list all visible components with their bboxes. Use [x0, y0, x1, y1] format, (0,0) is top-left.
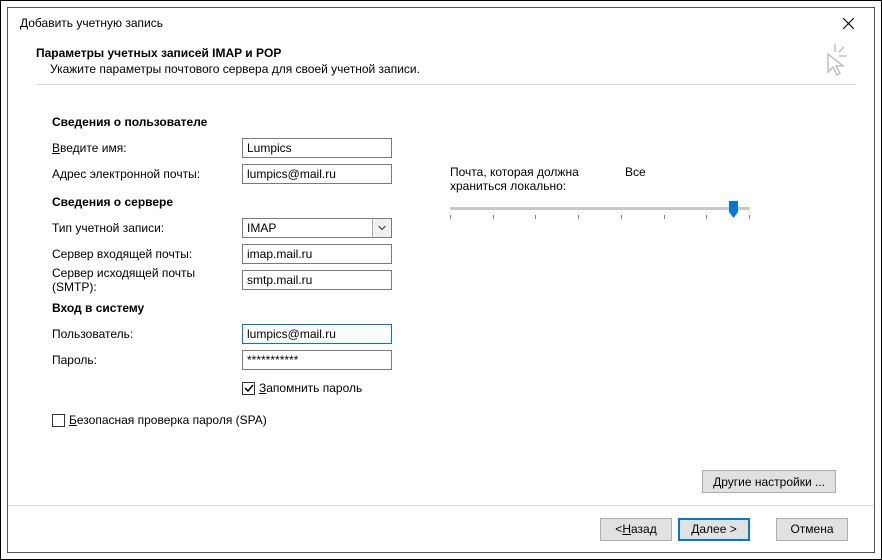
label-outgoing: Сервер исходящей почты (SMTP): [52, 266, 242, 294]
header-separator [36, 84, 856, 85]
next-button[interactable]: Далее > [678, 518, 750, 541]
label-email: Адрес электронной почты: [52, 167, 242, 181]
remember-label: Запомнить пароль [259, 381, 362, 395]
label-incoming: Сервер входящей почты: [52, 247, 242, 261]
checkmark-icon [244, 383, 254, 393]
row-account-type: Тип учетной записи: IMAP [52, 215, 432, 241]
outer-frame: Добавить учетную запись Параметры учетны… [0, 0, 882, 560]
wizard-cursor-icon [814, 42, 850, 81]
local-storage-slider[interactable] [450, 205, 750, 223]
email-input[interactable] [242, 164, 392, 184]
label-password: Пароль: [52, 353, 242, 367]
cancel-button[interactable]: Отмена [776, 518, 848, 541]
slider-ticks [450, 215, 750, 220]
close-icon [843, 18, 854, 29]
window-title: Добавить учетную запись [20, 16, 828, 30]
row-user: Пользователь: [52, 321, 432, 347]
account-type-select[interactable]: IMAP [242, 218, 392, 238]
row-password: Пароль: [52, 347, 432, 373]
label-name: Введите имя: [52, 141, 242, 155]
slider-header: Почта, которая должна храниться локально… [450, 165, 846, 193]
remember-checkbox[interactable] [242, 382, 255, 395]
chevron-down-icon [378, 225, 386, 231]
footer: < Назад Далее > Отмена [8, 505, 874, 552]
more-settings-button[interactable]: Другие настройки ... [702, 470, 836, 493]
spa-checkbox[interactable] [52, 414, 65, 427]
dialog: Добавить учетную запись Параметры учетны… [7, 7, 875, 553]
more-settings-row: Другие настройки ... [702, 470, 836, 493]
header-title: Параметры учетных записей IMAP и POP [36, 46, 856, 60]
header-band: Параметры учетных записей IMAP и POP Ука… [8, 38, 874, 97]
close-button[interactable] [828, 9, 868, 37]
slider-label: Почта, которая должна храниться локально… [450, 165, 625, 193]
label-user: Пользователь: [52, 327, 242, 341]
row-remember: Запомнить пароль [52, 377, 432, 399]
back-button[interactable]: < Назад [600, 518, 672, 541]
dropdown-button[interactable] [372, 219, 391, 237]
password-input[interactable] [242, 350, 392, 370]
row-outgoing: Сервер исходящей почты (SMTP): [52, 267, 432, 293]
slider-track [450, 207, 750, 210]
label-account-type: Тип учетной записи: [52, 221, 242, 235]
incoming-input[interactable] [242, 244, 392, 264]
section-login: Вход в систему [52, 301, 432, 315]
header-subtitle: Укажите параметры почтового сервера для … [36, 62, 856, 76]
form-column: Сведения о пользователе Введите имя: Адр… [52, 115, 432, 505]
row-name: Введите имя: [52, 135, 432, 161]
row-email: Адрес электронной почты: [52, 161, 432, 187]
user-input[interactable] [242, 324, 392, 344]
body-area: Сведения о пользователе Введите имя: Адр… [8, 97, 874, 505]
titlebar: Добавить учетную запись [8, 8, 874, 38]
account-type-value: IMAP [243, 221, 372, 235]
section-server-info: Сведения о сервере [52, 195, 432, 209]
slider-value-label: Все [625, 165, 646, 193]
section-user-info: Сведения о пользователе [52, 115, 432, 129]
name-input[interactable] [242, 138, 392, 158]
outgoing-input[interactable] [242, 270, 392, 290]
slider-thumb[interactable] [729, 201, 738, 219]
row-incoming: Сервер входящей почты: [52, 241, 432, 267]
right-column: Почта, которая должна храниться локально… [450, 115, 846, 505]
spa-label: Безопасная проверка пароля (SPA) [69, 413, 267, 427]
row-spa: Безопасная проверка пароля (SPA) [52, 409, 432, 431]
